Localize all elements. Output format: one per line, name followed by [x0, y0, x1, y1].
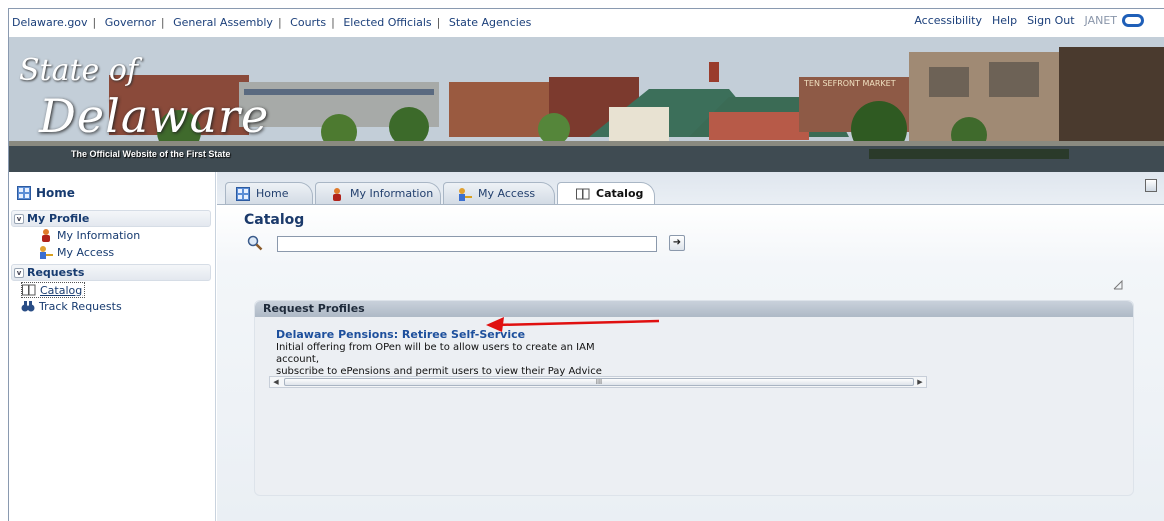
page-title: Catalog [244, 212, 305, 228]
sidebar-item-label: Track Requests [39, 299, 122, 313]
tab-my-information[interactable]: My Information [315, 182, 441, 204]
collapse-chevron-icon[interactable]: v [14, 213, 24, 224]
tab-my-access[interactable]: My Access [443, 182, 555, 204]
tab-home[interactable]: Home [225, 182, 313, 204]
help-link[interactable]: Help [992, 14, 1017, 27]
person-icon [42, 229, 50, 242]
sidebar-item-label: My Access [57, 245, 115, 259]
profile-description-line: Initial offering from OPen will be to al… [276, 342, 595, 365]
tab-my-access-label: My Access [478, 187, 536, 200]
tab-catalog[interactable]: Catalog [557, 182, 655, 204]
link-governor[interactable]: Governor [105, 16, 156, 29]
scroll-right-icon[interactable]: ▶ [914, 377, 926, 387]
top-nav-bar: Delaware.gov | Governor | General Assembly… [9, 9, 1164, 37]
logo-delaware: Delaware [39, 89, 270, 143]
tab-bar: Home My Information My Access Catalog [217, 182, 1164, 204]
sidebar-item-catalog[interactable]: Catalog [21, 282, 86, 298]
state-links: Delaware.gov | Governor | General Assembly… [12, 16, 532, 29]
accessibility-link[interactable]: Accessibility [914, 14, 982, 27]
sidebar-item-label: Catalog [40, 283, 83, 297]
svg-text:TEN SEFRONT MARKET: TEN SEFRONT MARKET [803, 79, 896, 88]
binoculars-icon [21, 301, 35, 312]
tab-home-label: Home [256, 187, 289, 200]
left-navigation: Home v My Profile My Information My Acce… [9, 172, 216, 521]
book-icon [576, 188, 590, 199]
request-profiles-header: Request Profiles [255, 301, 1133, 317]
tab-my-information-label: My Information [350, 187, 434, 200]
horizontal-scrollbar[interactable]: ◀ III ▶ [269, 376, 927, 388]
sidebar-item-label: My Information [57, 228, 141, 242]
utility-links: Accessibility Help Sign Out JANET [904, 14, 1144, 27]
catalog-search-input[interactable] [277, 236, 657, 252]
key-person-icon [40, 246, 53, 259]
sidebar-home-label: Home [36, 186, 75, 200]
section-my-profile-label: My Profile [27, 212, 90, 225]
section-requests[interactable]: v Requests [11, 264, 211, 281]
search-go-button[interactable]: ➜ [669, 235, 685, 251]
oracle-logo-icon [1122, 14, 1144, 27]
scroll-thumb[interactable]: III [284, 378, 914, 386]
collapse-chevron-icon[interactable]: v [14, 267, 24, 278]
search-icon[interactable] [247, 235, 263, 251]
sidebar-home[interactable]: Home [17, 186, 75, 200]
sidebar-item-my-information[interactable]: My Information [39, 228, 140, 242]
scroll-left-icon[interactable]: ◀ [270, 377, 282, 387]
section-requests-label: Requests [27, 266, 85, 279]
home-grid-icon [236, 186, 250, 201]
person-icon [333, 187, 341, 201]
logo-state-of: State of [19, 53, 139, 88]
link-courts[interactable]: Courts [290, 16, 326, 29]
home-grid-icon [17, 186, 31, 200]
link-state-agencies[interactable]: State Agencies [449, 16, 531, 29]
username-label: JANET [1084, 14, 1117, 27]
sidebar-item-track-requests[interactable]: Track Requests [21, 299, 122, 313]
resize-corner-icon[interactable] [1113, 280, 1123, 290]
tab-catalog-label: Catalog [596, 187, 644, 200]
link-general-assembly[interactable]: General Assembly [173, 16, 273, 29]
link-delaware-gov[interactable]: Delaware.gov [12, 16, 88, 29]
save-page-icon[interactable] [1145, 179, 1157, 192]
logo-tagline: The Official Website of the First State [71, 149, 231, 159]
sidebar-item-my-access[interactable]: My Access [39, 245, 114, 259]
link-elected-officials[interactable]: Elected Officials [343, 16, 431, 29]
key-person-icon [459, 187, 472, 201]
book-icon [22, 284, 36, 296]
section-my-profile[interactable]: v My Profile [11, 210, 211, 227]
main-content: Home My Information My Access Catalog Ca… [217, 172, 1164, 521]
annotation-arrow-icon [486, 317, 660, 332]
request-profiles-panel: Request Profiles Delaware Pensions: Reti… [254, 300, 1134, 496]
header-banner: TEN SEFRONT MARKET State of Delaware The… [9, 37, 1164, 172]
page-frame: Delaware.gov | Governor | General Assembly… [8, 8, 1164, 521]
sign-out-link[interactable]: Sign Out [1027, 14, 1074, 27]
